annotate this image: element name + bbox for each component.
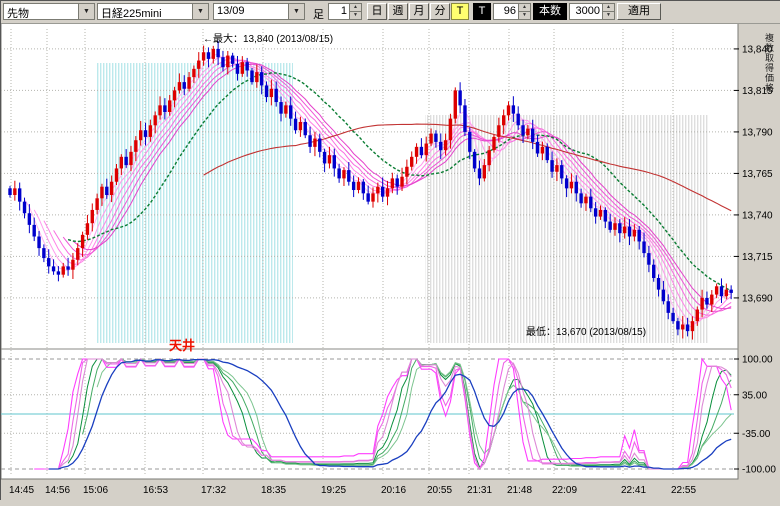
- x-axis-label: 19:25: [321, 485, 346, 496]
- oscillator-level-label: 35.00: [742, 390, 767, 401]
- tick-count-value: 96: [494, 4, 518, 19]
- period-button-日[interactable]: 日: [367, 3, 387, 20]
- period-button-週[interactable]: 週: [388, 3, 408, 20]
- chevron-down-icon[interactable]: ▼: [78, 4, 94, 19]
- y-axis-label: 13,790: [742, 127, 773, 138]
- spin-down-icon[interactable]: ▼: [519, 11, 530, 19]
- oscillator-level-label: 100.00: [742, 355, 773, 366]
- x-axis-label: 22:55: [671, 485, 696, 496]
- x-axis-label: 14:56: [45, 485, 70, 496]
- period-button-月[interactable]: 月: [409, 3, 429, 20]
- x-axis-label: 16:53: [143, 485, 168, 496]
- spin-up-icon[interactable]: ▲: [350, 4, 361, 11]
- spin-up-icon[interactable]: ▲: [603, 4, 614, 11]
- spin-up-icon[interactable]: ▲: [519, 4, 530, 11]
- x-axis-label: 21:31: [467, 485, 492, 496]
- interval-value: 1: [329, 4, 349, 19]
- y-axis-label: 13,740: [742, 210, 773, 221]
- x-axis-label: 22:09: [552, 485, 577, 496]
- bars-count-label: 本数: [533, 3, 567, 20]
- oscillator-level-label: -100.00: [742, 465, 776, 476]
- max-annotation: ←最大：13,840 (2013/08/15): [203, 32, 333, 45]
- x-axis-label: 20:16: [381, 485, 406, 496]
- x-axis-label: 15:06: [83, 485, 108, 496]
- tick-count-label: T: [473, 3, 491, 20]
- min-annotation: 最低：13,670 (2013/08/15): [526, 325, 646, 338]
- ceiling-annotation: 天井: [169, 338, 195, 353]
- y-axis-label: 13,715: [742, 252, 773, 263]
- x-axis-label: 14:45: [9, 485, 34, 496]
- tick-count-stepper[interactable]: 96 ▲▼: [493, 3, 531, 20]
- tick-mode-toggle[interactable]: T: [451, 3, 469, 20]
- right-vertical-label: 複数取得価格: [763, 33, 776, 93]
- toolbar: 先物 ▼ 日経225mini ▼ 13/09 ▼ 足 1 ▲▼ 日週月分 T T…: [1, 1, 780, 24]
- bar-type-label: 足: [313, 6, 324, 22]
- chevron-down-icon[interactable]: ▼: [288, 4, 304, 19]
- contract-month-value: 13/09: [214, 4, 288, 19]
- y-axis-label: 13,690: [742, 293, 773, 304]
- bars-count-value: 3000: [570, 4, 602, 19]
- spin-down-icon[interactable]: ▼: [603, 11, 614, 19]
- x-axis-label: 22:41: [621, 485, 646, 496]
- price-chart-canvas[interactable]: 13,84013,81513,79013,76513,74013,71513,6…: [1, 23, 780, 501]
- chevron-down-icon[interactable]: ▼: [192, 4, 208, 19]
- x-axis-label: 20:55: [427, 485, 452, 496]
- period-button-分[interactable]: 分: [430, 3, 450, 20]
- apply-button[interactable]: 適用: [617, 3, 661, 20]
- interval-stepper[interactable]: 1 ▲▼: [328, 3, 362, 20]
- bars-count-stepper[interactable]: 3000 ▲▼: [569, 3, 615, 20]
- symbol-value: 日経225mini: [98, 4, 192, 19]
- x-axis-label: 17:32: [201, 485, 226, 496]
- chart-area[interactable]: 13,84013,81513,79013,76513,74013,71513,6…: [1, 23, 780, 501]
- x-axis-label: 21:48: [507, 485, 532, 496]
- instrument-type-select[interactable]: 先物 ▼: [3, 3, 95, 20]
- instrument-type-value: 先物: [4, 4, 78, 19]
- x-axis-label: 18:35: [261, 485, 286, 496]
- contract-month-select[interactable]: 13/09 ▼: [213, 3, 305, 20]
- y-axis-label: 13,765: [742, 169, 773, 180]
- spin-down-icon[interactable]: ▼: [350, 11, 361, 19]
- period-buttons: 日週月分: [367, 3, 451, 20]
- oscillator-level-label: -35.00: [742, 429, 771, 440]
- symbol-select[interactable]: 日経225mini ▼: [97, 3, 209, 20]
